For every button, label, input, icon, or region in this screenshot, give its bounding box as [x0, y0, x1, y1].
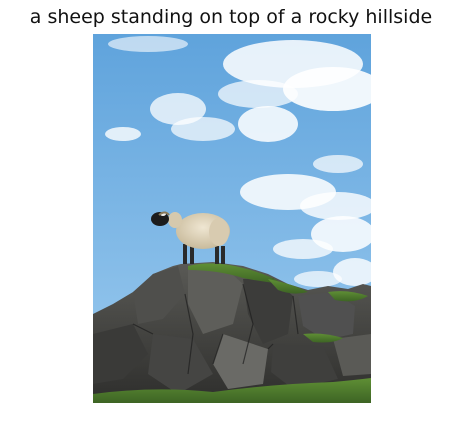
photo [93, 34, 371, 403]
photo-scene [93, 34, 371, 403]
image-caption: a sheep standing on top of a rocky hills… [29, 6, 433, 28]
